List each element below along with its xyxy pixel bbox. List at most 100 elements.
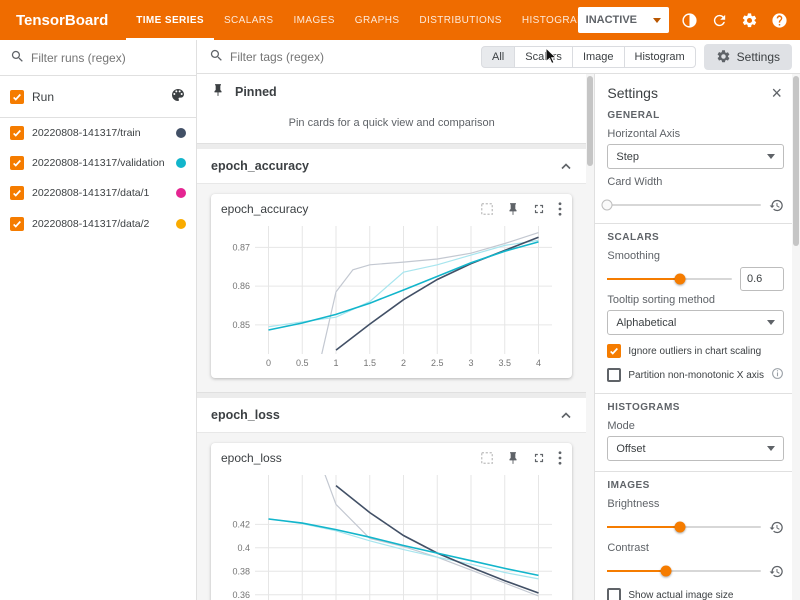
- partition-x-axis-label: Partition non-monotonic X axis: [628, 370, 764, 381]
- svg-text:1: 1: [333, 358, 338, 368]
- card-width-slider[interactable]: [607, 204, 761, 206]
- run-row-data-2: 20220808-141317/data/2: [0, 209, 196, 239]
- chevron-down-icon: [767, 154, 775, 159]
- chevron-up-icon[interactable]: [560, 408, 572, 422]
- card-width-label: Card Width: [607, 176, 784, 188]
- horizontal-axis-select[interactable]: Step: [607, 144, 784, 169]
- settings-button[interactable]: Settings: [704, 44, 792, 70]
- palette-icon[interactable]: [170, 87, 186, 106]
- run-label: 20220808-141317/data/1: [32, 186, 168, 200]
- svg-text:0.85: 0.85: [232, 320, 250, 330]
- smoothing-value-input[interactable]: [740, 267, 784, 291]
- more-options-icon[interactable]: [558, 451, 562, 465]
- card-title: epoch_loss: [221, 451, 282, 465]
- fullscreen-icon[interactable]: [532, 202, 546, 216]
- smoothing-label: Smoothing: [607, 250, 784, 262]
- svg-text:0: 0: [266, 358, 271, 368]
- scrollbar-thumb[interactable]: [793, 76, 799, 246]
- show-actual-size-checkbox[interactable]: [607, 588, 621, 600]
- settings-scrollbar[interactable]: [792, 74, 800, 600]
- show-actual-size-label: Show actual image size: [628, 590, 733, 600]
- histogram-mode-label: Mode: [607, 420, 784, 432]
- histogram-mode-select[interactable]: Offset: [607, 436, 784, 461]
- svg-text:2: 2: [401, 358, 406, 368]
- run-color-dot: [176, 188, 186, 198]
- tab-distributions[interactable]: DISTRIBUTIONS: [409, 0, 511, 40]
- pinned-hint: Pin cards for a quick view and compariso…: [197, 109, 586, 144]
- search-icon: [10, 49, 25, 67]
- ignore-outliers-label: Ignore outliers in chart scaling: [628, 346, 761, 357]
- svg-text:2.5: 2.5: [431, 358, 444, 368]
- partition-x-axis-checkbox[interactable]: [607, 368, 621, 382]
- filter-runs-input[interactable]: [31, 51, 186, 65]
- pin-icon[interactable]: [506, 451, 520, 465]
- svg-text:1.5: 1.5: [363, 358, 376, 368]
- gear-icon: [716, 49, 731, 64]
- chevron-up-icon[interactable]: [560, 159, 572, 173]
- tab-time-series[interactable]: TIME SERIES: [126, 0, 214, 40]
- run-color-dot: [176, 128, 186, 138]
- smoothing-slider[interactable]: [607, 278, 732, 280]
- cards-area: Pinned Pin cards for a quick view and co…: [197, 74, 586, 600]
- epoch-loss-chart[interactable]: 00.511.522.533.540.360.380.40.42: [219, 469, 564, 600]
- refresh-icon[interactable]: [711, 12, 728, 29]
- fit-to-data-icon[interactable]: [480, 202, 494, 216]
- brightness-slider[interactable]: [607, 526, 761, 528]
- svg-text:0.86: 0.86: [232, 281, 250, 291]
- reset-icon[interactable]: [769, 198, 784, 213]
- app-title: TensorBoard: [16, 12, 108, 29]
- more-options-icon[interactable]: [558, 202, 562, 216]
- chip-image[interactable]: Image: [572, 46, 625, 68]
- run-checkbox-3[interactable]: [10, 217, 24, 231]
- chip-histogram[interactable]: Histogram: [624, 46, 696, 68]
- epoch-accuracy-chart[interactable]: 00.511.522.533.540.850.860.87: [219, 220, 564, 370]
- reload-status-dropdown[interactable]: INACTIVE: [578, 7, 669, 33]
- scalar-card-epoch-accuracy: epoch_accuracy: [211, 194, 572, 378]
- chip-all[interactable]: All: [481, 46, 515, 68]
- close-icon[interactable]: ×: [769, 84, 784, 102]
- search-icon: [209, 48, 224, 66]
- main-scrollbar[interactable]: [586, 74, 594, 600]
- reset-icon[interactable]: [769, 564, 784, 579]
- select-all-runs-checkbox[interactable]: [10, 90, 24, 104]
- tab-scalars[interactable]: SCALARS: [214, 0, 284, 40]
- filter-tags-input[interactable]: [230, 50, 477, 64]
- run-checkbox-1[interactable]: [10, 156, 24, 170]
- info-icon[interactable]: [771, 367, 784, 383]
- tab-images[interactable]: IMAGES: [283, 0, 344, 40]
- run-row-data-1: 20220808-141317/data/1: [0, 178, 196, 208]
- run-checkbox-2[interactable]: [10, 186, 24, 200]
- contrast-slider[interactable]: [607, 570, 761, 572]
- run-color-dot: [176, 158, 186, 168]
- pin-icon[interactable]: [506, 202, 520, 216]
- chip-scalars[interactable]: Scalars: [514, 46, 573, 68]
- tab-histograms[interactable]: HISTOGRAMS: [512, 0, 578, 40]
- reset-icon[interactable]: [769, 520, 784, 535]
- chevron-down-icon: [767, 446, 775, 451]
- ignore-outliers-checkbox[interactable]: [607, 344, 621, 358]
- svg-text:0.36: 0.36: [232, 590, 250, 600]
- scrollbar-thumb[interactable]: [587, 76, 593, 166]
- help-icon[interactable]: [771, 12, 788, 29]
- tab-graphs[interactable]: GRAPHS: [345, 0, 410, 40]
- section-header-epoch-accuracy[interactable]: epoch_accuracy: [197, 149, 586, 184]
- fullscreen-icon[interactable]: [532, 451, 546, 465]
- tooltip-sort-select[interactable]: Alphabetical: [607, 310, 784, 335]
- tags-toolbar: All Scalars Image Histogram Settings: [197, 40, 800, 74]
- section-title: epoch_loss: [211, 408, 280, 422]
- runs-sidebar: Run 20220808-141317/train 20220808-14131…: [0, 40, 197, 600]
- contrast-label: Contrast: [607, 542, 784, 554]
- svg-text:0.38: 0.38: [232, 566, 250, 576]
- gear-icon[interactable]: [741, 12, 758, 29]
- main-nav: TIME SERIES SCALARS IMAGES GRAPHS DISTRI…: [126, 0, 577, 40]
- tag-type-filter: All Scalars Image Histogram: [481, 46, 696, 68]
- section-title: epoch_accuracy: [211, 159, 309, 173]
- run-checkbox-0[interactable]: [10, 126, 24, 140]
- run-row-train: 20220808-141317/train: [0, 118, 196, 148]
- svg-text:0.5: 0.5: [296, 358, 309, 368]
- general-heading: GENERAL: [607, 110, 784, 121]
- fit-to-data-icon[interactable]: [480, 451, 494, 465]
- settings-panel-title: Settings: [607, 85, 658, 101]
- theme-toggle-icon[interactable]: [681, 12, 698, 29]
- section-header-epoch-loss[interactable]: epoch_loss: [197, 398, 586, 433]
